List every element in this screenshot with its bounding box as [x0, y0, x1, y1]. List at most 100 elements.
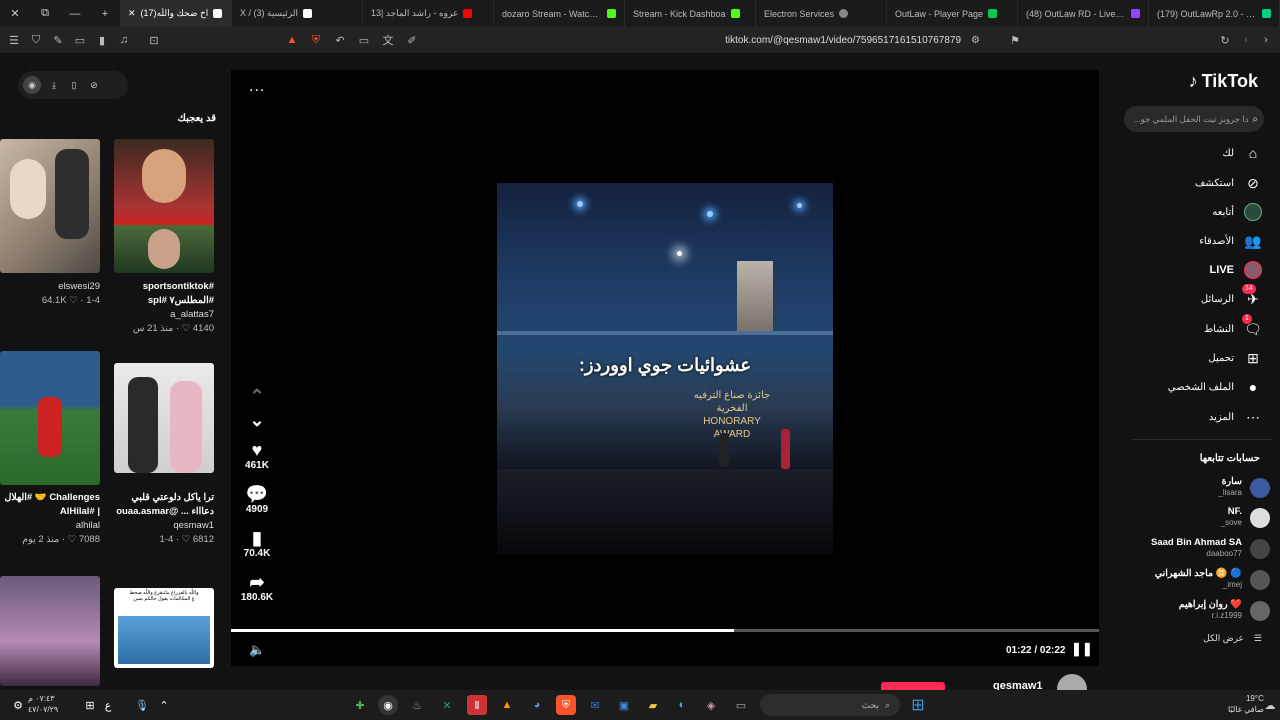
music-icon[interactable]: ♫ [114, 30, 134, 50]
nav-live[interactable]: LIVE [1112, 258, 1262, 282]
video-username[interactable]: elswesi29 [0, 280, 100, 294]
video-frame[interactable]: عشوائيات جوي اووردز: جائزة صناع الترفيه … [497, 183, 833, 555]
more-options-button[interactable]: ... [249, 78, 265, 96]
tiktok-logo[interactable]: ♪ TikTok [1189, 71, 1258, 92]
close-tab-icon[interactable]: ✕ [128, 8, 136, 19]
language-indicator[interactable]: ع [98, 695, 118, 715]
nav-friends[interactable]: الأصدقاء 👥 [1112, 229, 1262, 253]
microphone-icon[interactable]: 🎙 [132, 695, 152, 715]
restore-window-icon[interactable]: ⧉ [30, 0, 60, 27]
tray-expand-icon[interactable]: ⌃ [154, 695, 174, 715]
menu-icon[interactable]: ☰ [4, 30, 24, 50]
tab-electron[interactable]: Electron Services [756, 0, 887, 27]
shield-icon[interactable]: ⛉ [26, 30, 46, 50]
video-username[interactable]: qesmaw1 [110, 519, 214, 533]
system-clock[interactable]: ٠٧:٤٣ م ٤٧/٠٧/٢٩ [28, 693, 58, 715]
nav-for-you[interactable]: لك ⌂ [1112, 141, 1262, 165]
following-account[interactable]: ماجد الشهراني ♊ 🔵 _imej [1110, 568, 1270, 596]
search-icon[interactable]: ⌕ [1252, 114, 1258, 125]
brave-icon[interactable]: ⛨ [556, 695, 576, 715]
browser-tab-bar: ✕ ⧉ — + ✕ (17)اخ ضحك واللّه X / (3) الرئ… [0, 0, 1280, 27]
nav-upload[interactable]: تحميل ⊞ [1112, 346, 1262, 370]
video-caption[interactable]: ترا ياكل دلوعتي قلبي دعاااء ... @ouaa.as… [110, 491, 214, 519]
address-bar[interactable]: tiktok.com/@qesmaw1/video/75965171615107… [300, 30, 1000, 50]
nav-following[interactable]: أتابعه [1112, 200, 1262, 224]
video-username[interactable]: a_alattas7 [110, 308, 214, 322]
following-account[interactable]: روان إبراهيم ❤️ r.i.z1999 [1110, 599, 1270, 627]
discord-icon[interactable]: ◕ [527, 695, 547, 715]
nav-more[interactable]: المزيد ⋯ [1112, 405, 1262, 429]
video-thumbnail[interactable] [0, 139, 100, 273]
close-window-icon[interactable]: ✕ [0, 0, 30, 27]
tab-x[interactable]: X / (3) الرئيسية [232, 0, 363, 27]
share-button[interactable]: ➦ 180.6K [227, 572, 287, 603]
steam-icon[interactable]: ♨ [407, 695, 427, 715]
phone-icon[interactable]: ▯ [67, 80, 81, 91]
tab-outlawrp[interactable]: (179) OutLawRp 2.0 - Live [1149, 0, 1280, 27]
following-account[interactable]: NF. _sove [1110, 506, 1270, 534]
minimize-window-icon[interactable]: — [60, 0, 90, 27]
next-video-icon[interactable]: ⌄ [227, 410, 287, 430]
tab-active[interactable]: ✕ (17)اخ ضحك واللّه [120, 0, 232, 27]
like-button[interactable]: ♥ 461K [227, 440, 287, 471]
video-caption[interactable]: Challenges 🤝 #الهلال | #AlHilal [0, 491, 100, 519]
app-icon[interactable]: ▭ [731, 695, 751, 715]
outlook-icon[interactable]: ✉ [585, 695, 605, 715]
comment-button[interactable]: 💬 4909 [227, 484, 287, 515]
folder-icon[interactable]: ▰ [643, 695, 663, 715]
network-icon[interactable]: ⊞ [80, 695, 100, 715]
app-icon[interactable]: Ⅱ [467, 695, 487, 715]
download-icon[interactable]: ⤓ [47, 80, 61, 91]
tab-youtube[interactable]: 13| عروه - راشد الماجد [363, 0, 494, 27]
copilot-icon[interactable]: ◈ [701, 695, 721, 715]
new-tab-button[interactable]: + [90, 0, 120, 27]
store-icon[interactable]: ▣ [614, 695, 634, 715]
brave-rewards-icon[interactable]: ▲ [282, 30, 302, 50]
weather-widget[interactable]: 19°C صافي غالبًا [1228, 693, 1264, 715]
bookmark-icon[interactable]: ⚑ [1005, 30, 1025, 50]
forward-icon[interactable]: ‹ [1236, 30, 1256, 50]
nav-explore[interactable]: استكشف ⊘ [1112, 171, 1262, 195]
save-button[interactable]: ▮ 70.4K [227, 528, 287, 559]
app-icon[interactable]: ▲ [497, 695, 517, 715]
screenshot-icon[interactable]: ⊡ [144, 30, 164, 50]
video-caption[interactable]: #sportsontiktok #المطلس٧ #spl [110, 280, 214, 308]
following-account[interactable]: Saad Bin Ahmad SA daaboo77 [1110, 537, 1270, 565]
see-all-button[interactable]: عرض الكل ☰ [1203, 633, 1262, 644]
video-thumbnail[interactable] [0, 351, 100, 485]
video-thumbnail[interactable] [114, 363, 214, 473]
video-player[interactable]: ... عشوائيات جوي اووردز: جائزة صناع التر… [231, 70, 1099, 666]
pen-icon[interactable]: ✎ [48, 30, 68, 50]
video-thumbnail[interactable] [114, 139, 214, 273]
tab-kick-stream[interactable]: dozaro Stream - Watch Li [494, 0, 625, 27]
app-icon[interactable]: ✚ [350, 695, 370, 715]
previous-video-icon[interactable]: ⌃ [227, 386, 287, 406]
edge-icon[interactable]: ◐ [672, 695, 692, 715]
nav-messages[interactable]: الرسائل ✈ 14 [1112, 284, 1262, 311]
following-account[interactable]: سارة _lisara [1110, 476, 1270, 504]
compass-icon[interactable]: ⊘ [87, 80, 101, 91]
search-box[interactable]: ⌕ دا جروبز تيت الحفل الملمي جو... [1124, 106, 1264, 132]
tab-outlaw-live[interactable]: (48) OutLaw RD - Live Con [1018, 0, 1149, 27]
reload-icon[interactable]: ↻ [1215, 30, 1235, 50]
settings-icon[interactable]: ⚙ [8, 695, 28, 715]
video-progress-bar[interactable] [231, 629, 1099, 632]
pause-icon[interactable]: ❚❚ [1071, 641, 1093, 657]
nav-profile[interactable]: الملف الشخصي ● [1112, 375, 1262, 399]
nav-activity[interactable]: النشاط 🗨 1 [1112, 314, 1262, 341]
tab-outlaw-player[interactable]: OutLaw - Player Page [887, 0, 1018, 27]
back-icon[interactable]: › [1256, 30, 1276, 50]
taskbar-search[interactable]: بحث ⌕ [760, 694, 900, 716]
video-username[interactable]: alhilal [0, 519, 100, 533]
sidebar-icon[interactable]: ▮ [92, 30, 112, 50]
volume-icon[interactable]: 🔈 [249, 642, 265, 658]
video-thumbnail[interactable]: واللّه بالفزراع ماتنقرع واللّه ضحط ع الم… [114, 588, 214, 668]
excel-icon[interactable]: ✕ [437, 695, 457, 715]
wallet-icon[interactable]: ▭ [70, 30, 90, 50]
video-thumbnail[interactable] [0, 576, 100, 686]
avatar[interactable]: ◉ [23, 76, 41, 94]
windows-start-icon[interactable]: ⊞ [908, 695, 928, 715]
obs-icon[interactable]: ◉ [378, 695, 398, 715]
site-settings-icon[interactable]: ⚙ [971, 35, 980, 46]
tab-kick-dashboard[interactable]: Stream - Kick Dashboa [625, 0, 756, 27]
